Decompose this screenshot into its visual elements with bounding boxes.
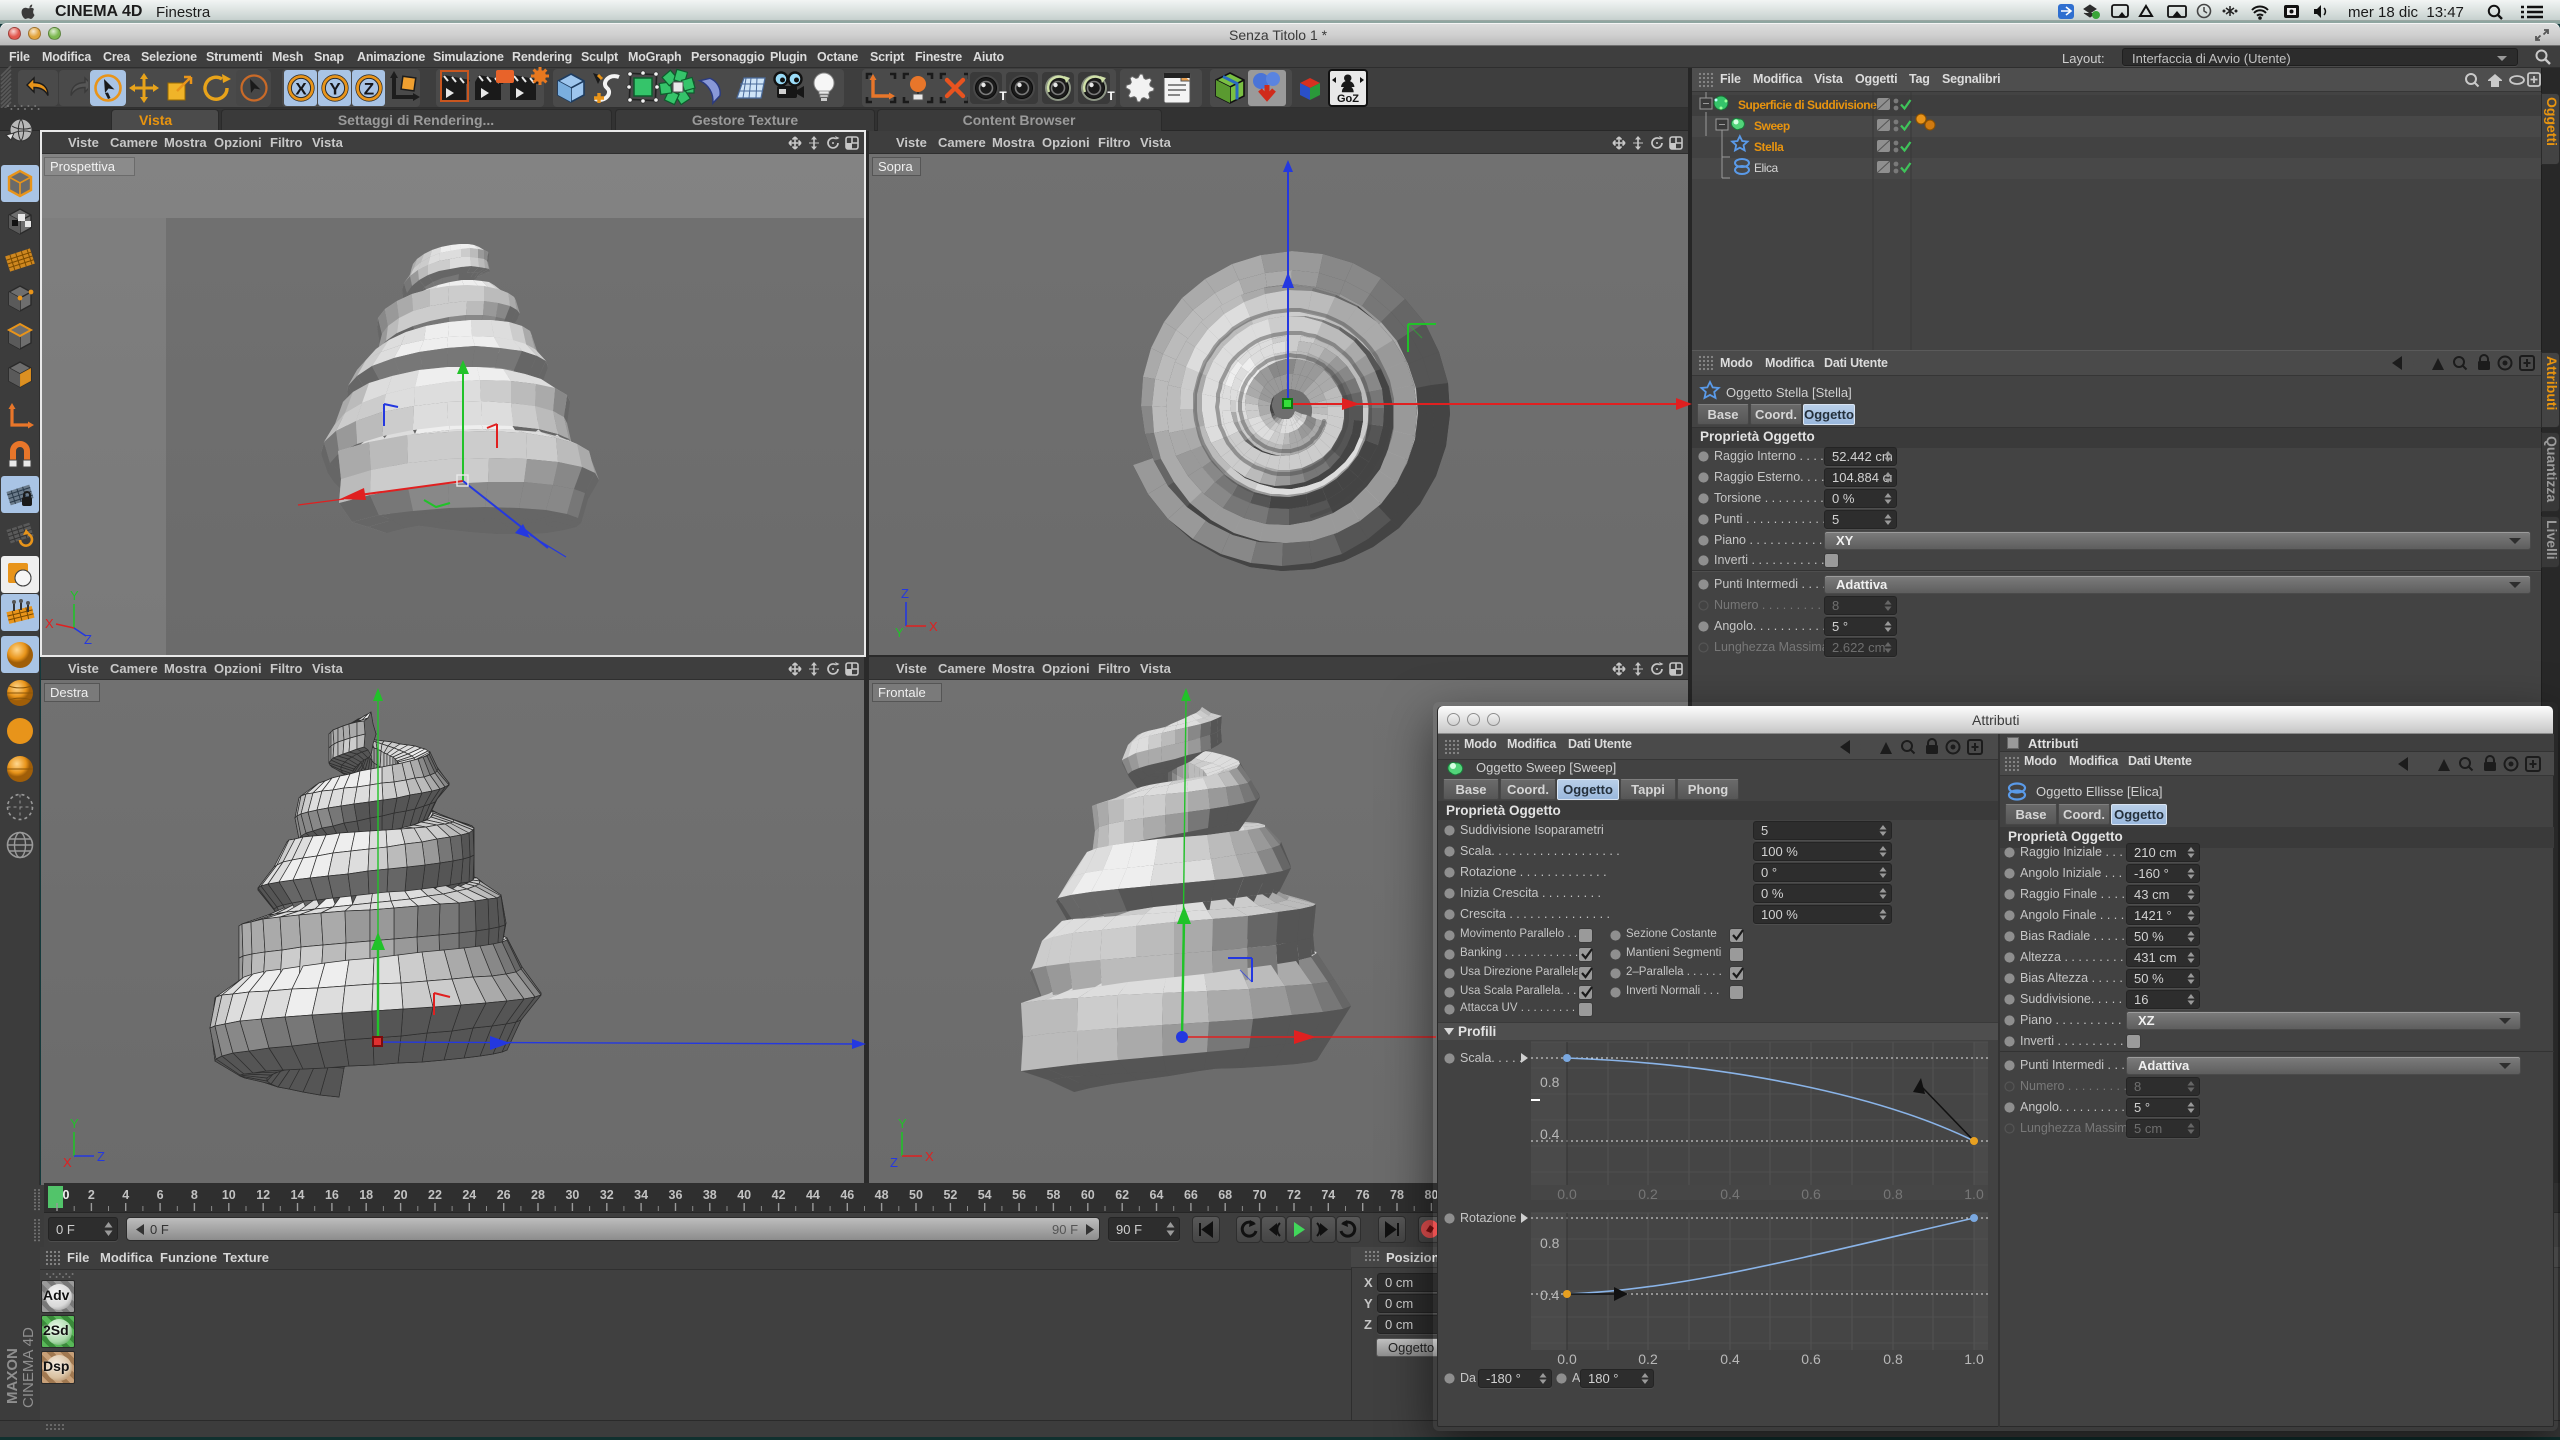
svg-text:0.8: 0.8 — [1883, 1351, 1903, 1367]
svg-text:0.8: 0.8 — [1540, 1074, 1560, 1090]
svg-text:0.4: 0.4 — [1540, 1126, 1560, 1142]
svg-text:0.2: 0.2 — [1638, 1351, 1658, 1367]
svg-text:0.4: 0.4 — [1720, 1351, 1740, 1367]
svg-text:0.8: 0.8 — [1540, 1235, 1560, 1251]
svg-text:0.4: 0.4 — [1540, 1287, 1560, 1303]
svg-text:0.0: 0.0 — [1557, 1351, 1577, 1367]
svg-text:0.6: 0.6 — [1801, 1351, 1821, 1367]
svg-text:1.0: 1.0 — [1964, 1351, 1984, 1367]
